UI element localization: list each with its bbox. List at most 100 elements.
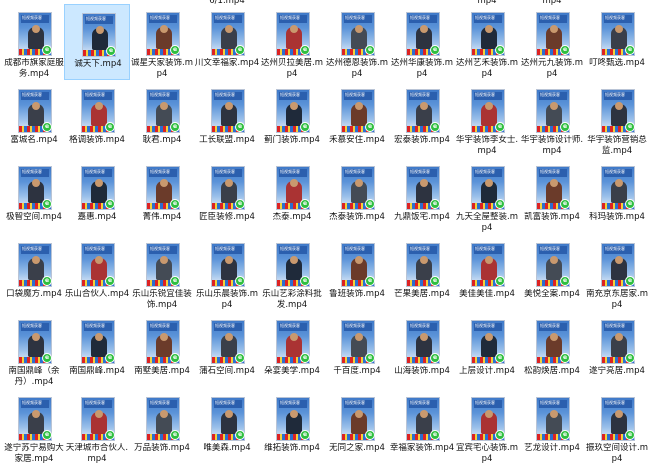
player-app-icon: e: [300, 122, 310, 132]
video-file-item[interactable]: 短视频获客 e 千百度.mp4: [324, 312, 390, 388]
video-file-item[interactable]: 短视频获客 e 华宇装饰李女士.mp4: [454, 81, 520, 157]
video-file-item[interactable]: 短视频获客 e 无同之家.mp4: [324, 389, 390, 465]
video-file-item[interactable]: 短视频获客 e 诚天下.mp4: [64, 4, 130, 80]
file-name-label: 耿君.mp4: [142, 135, 182, 145]
video-file-item[interactable]: 短视频获客 e 唯美森.mp4: [194, 389, 260, 465]
thumbnail-banner-text: 短视频获客: [215, 400, 235, 405]
video-file-item[interactable]: 短视频获客 e 耿君.mp4: [129, 81, 195, 157]
player-app-icon: e: [105, 430, 115, 440]
video-file-item[interactable]: 短视频获客 e 振玖空间设计.mp4: [584, 389, 650, 465]
file-name-label: 科玛装饰.mp4: [589, 212, 645, 222]
thumbnail-banner-text: 短视频获客: [215, 246, 235, 251]
file-name-label: 南墅美居.mp4: [134, 366, 190, 376]
video-file-item[interactable]: 短视频获客 e 达州贝拉美居.mp4: [259, 4, 325, 80]
thumbnail-banner-text: 短视频获客: [280, 169, 300, 174]
video-file-item[interactable]: 短视频获客 e 格调装饰.mp4: [64, 81, 130, 157]
video-file-item[interactable]: 短视频获客 e 南国鼎峰.mp4: [64, 312, 130, 388]
video-file-item[interactable]: 短视频获客 e 宏泰装饰.mp4: [389, 81, 455, 157]
player-app-icon: e: [42, 122, 52, 132]
video-file-item[interactable]: 短视频获客 e 鲁班装饰.mp4: [324, 235, 390, 311]
video-file-item[interactable]: 短视频获客 e 乐山乐锐宜佳装饰.mp4: [129, 235, 195, 311]
player-app-icon: e: [365, 276, 375, 286]
video-file-item[interactable]: 短视频获客 e 嘉惠.mp4: [64, 158, 130, 234]
video-file-item[interactable]: 短视频获客 e 朵宴美学.mp4: [259, 312, 325, 388]
person-head: [420, 102, 428, 110]
file-name-label: 蓟门装饰.mp4: [264, 135, 320, 145]
person-head: [355, 256, 363, 264]
file-name-label: 华宇装饰设计师.mp4: [520, 135, 584, 156]
video-file-item[interactable]: 短视频获客 e 芒果美居.mp4: [389, 235, 455, 311]
video-file-item[interactable]: 短视频获客 e 遂宁亮居.mp4: [584, 312, 650, 388]
file-name-label: 乐山合伙人.mp4: [64, 289, 130, 299]
video-file-item[interactable]: 短视频获客 e 幸福家装饰.mp4: [389, 389, 455, 465]
video-file-item[interactable]: 短视频获客 e 乐山艺彩涂料批发.mp4: [259, 235, 325, 311]
thumbnail-banner-text: 短视频获客: [540, 169, 560, 174]
person-head: [96, 26, 104, 34]
thumbnail-banner-text: 短视频获客: [22, 15, 42, 20]
video-file-item[interactable]: 短视频获客 e 达州德恩装饰.mp4: [324, 4, 390, 80]
video-file-item[interactable]: 短视频获客 e 山海装饰.mp4: [389, 312, 455, 388]
person-head: [225, 179, 233, 187]
video-file-item[interactable]: 短视频获客 e 上层设计.mp4: [454, 312, 520, 388]
file-name-label: 格调装饰.mp4: [69, 135, 125, 145]
video-file-item[interactable]: 短视频获客 e 达州元九装饰.mp4: [519, 4, 585, 80]
player-app-icon: e: [560, 199, 570, 209]
video-file-item[interactable]: 短视频获客 e 九天全屋整装.mp4: [454, 158, 520, 234]
person-head: [160, 102, 168, 110]
video-file-item[interactable]: 短视频获客 e 川文幸福家.mp4: [194, 4, 260, 80]
video-file-item[interactable]: 短视频获客 e 达州华康装饰.mp4: [389, 4, 455, 80]
video-file-item[interactable]: 短视频获客 e 蓟门装饰.mp4: [259, 81, 325, 157]
thumbnail-banner-text: 短视频获客: [22, 246, 42, 251]
video-file-item[interactable]: 短视频获客 e 杰泰.mp4: [259, 158, 325, 234]
video-file-item[interactable]: 短视频获客 e 维拓装饰.mp4: [259, 389, 325, 465]
video-file-item[interactable]: 短视频获客 e 南墅美居.mp4: [129, 312, 195, 388]
file-name-label: 达州元九装饰.mp4: [521, 58, 583, 79]
video-file-item[interactable]: 短视频获客 e 美悦全案.mp4: [519, 235, 585, 311]
thumbnail-banner-text: 短视频获客: [605, 323, 625, 328]
thumbnail-banner-text: 短视频获客: [410, 92, 430, 97]
player-app-icon: e: [365, 199, 375, 209]
video-file-item[interactable]: 短视频获客 e 成都市旗家庭服务.mp4: [1, 4, 67, 80]
video-file-item[interactable]: 短视频获客 e 工长联盟.mp4: [194, 81, 260, 157]
video-file-item[interactable]: 短视频获客 e 叮咚甄选.mp4: [584, 4, 650, 80]
video-file-item[interactable]: 短视频获客 e 美佳美佳.mp4: [454, 235, 520, 311]
video-file-item[interactable]: 短视频获客 e 凯富装饰.mp4: [519, 158, 585, 234]
video-file-item[interactable]: 短视频获客 e 华宇装饰设计师.mp4: [519, 81, 585, 157]
file-name-label: 南充京东居家.mp4: [586, 289, 648, 310]
video-file-item[interactable]: 短视频获客 e 天津城市合伙人.mp4: [64, 389, 130, 465]
video-file-item[interactable]: 短视频获客 e 华宇装饰营销总监.mp4: [584, 81, 650, 157]
video-file-item[interactable]: 短视频获客 e 禾慕安住.mp4: [324, 81, 390, 157]
player-app-icon: e: [42, 430, 52, 440]
video-file-item[interactable]: 短视频获客 e 松韵焕居.mp4: [519, 312, 585, 388]
file-name-label: 达州华康装饰.mp4: [391, 58, 453, 79]
video-file-item[interactable]: 短视频获客 e 口袋魔方.mp4: [1, 235, 67, 311]
video-file-item[interactable]: 短视频获客 e 科玛装饰.mp4: [584, 158, 650, 234]
person-head: [550, 410, 558, 418]
video-file-item[interactable]: 短视频获客 e 菁伟.mp4: [129, 158, 195, 234]
video-file-item[interactable]: 短视频获客 e 诚星天家装饰.mp4: [129, 4, 195, 80]
file-name-label: 振玖空间设计.mp4: [586, 443, 648, 464]
file-name-label: 诚星天家装饰.mp4: [131, 58, 193, 79]
file-name-label: 叮咚甄选.mp4: [589, 58, 645, 68]
video-file-item[interactable]: 短视频获客 e 达州艺禾装饰.mp4: [454, 4, 520, 80]
thumbnail-banner-text: 短视频获客: [85, 246, 105, 251]
player-app-icon: e: [235, 45, 245, 55]
video-file-item[interactable]: 短视频获客 e 南充京东居家.mp4: [584, 235, 650, 311]
video-file-item[interactable]: 短视频获客 e 乐山乐晨装饰.mp4: [194, 235, 260, 311]
video-file-item[interactable]: 短视频获客 e 艺龙设计.mp4: [519, 389, 585, 465]
video-file-item[interactable]: 短视频获客 e 万品装饰.mp4: [129, 389, 195, 465]
video-file-item[interactable]: 短视频获客 e 杰泰装饰.mp4: [324, 158, 390, 234]
video-file-item[interactable]: 短视频获客 e 匠臣装修.mp4: [194, 158, 260, 234]
video-file-item[interactable]: 短视频获客 e 富城名.mp4: [1, 81, 67, 157]
person-head: [32, 333, 40, 341]
video-file-item[interactable]: 短视频获客 e 南国鼎峰（余丹）.mp4: [1, 312, 67, 388]
video-file-item[interactable]: 短视频获客 e 蒲石空间.mp4: [194, 312, 260, 388]
player-app-icon: e: [170, 353, 180, 363]
video-file-item[interactable]: 短视频获客 e 极智空间.mp4: [1, 158, 67, 234]
video-file-item[interactable]: 短视频获客 e 乐山合伙人.mp4: [64, 235, 130, 311]
video-file-item[interactable]: 短视频获客 e 九鼎饭宅.mp4: [389, 158, 455, 234]
video-file-item[interactable]: 短视频获客 e 遂宁苏宁易购大家居.mp4: [1, 389, 67, 465]
file-name-label: 上层设计.mp4: [459, 366, 515, 376]
player-app-icon: e: [170, 199, 180, 209]
video-file-item[interactable]: 短视频获客 e 宜宾宅心装饰.mp4: [454, 389, 520, 465]
